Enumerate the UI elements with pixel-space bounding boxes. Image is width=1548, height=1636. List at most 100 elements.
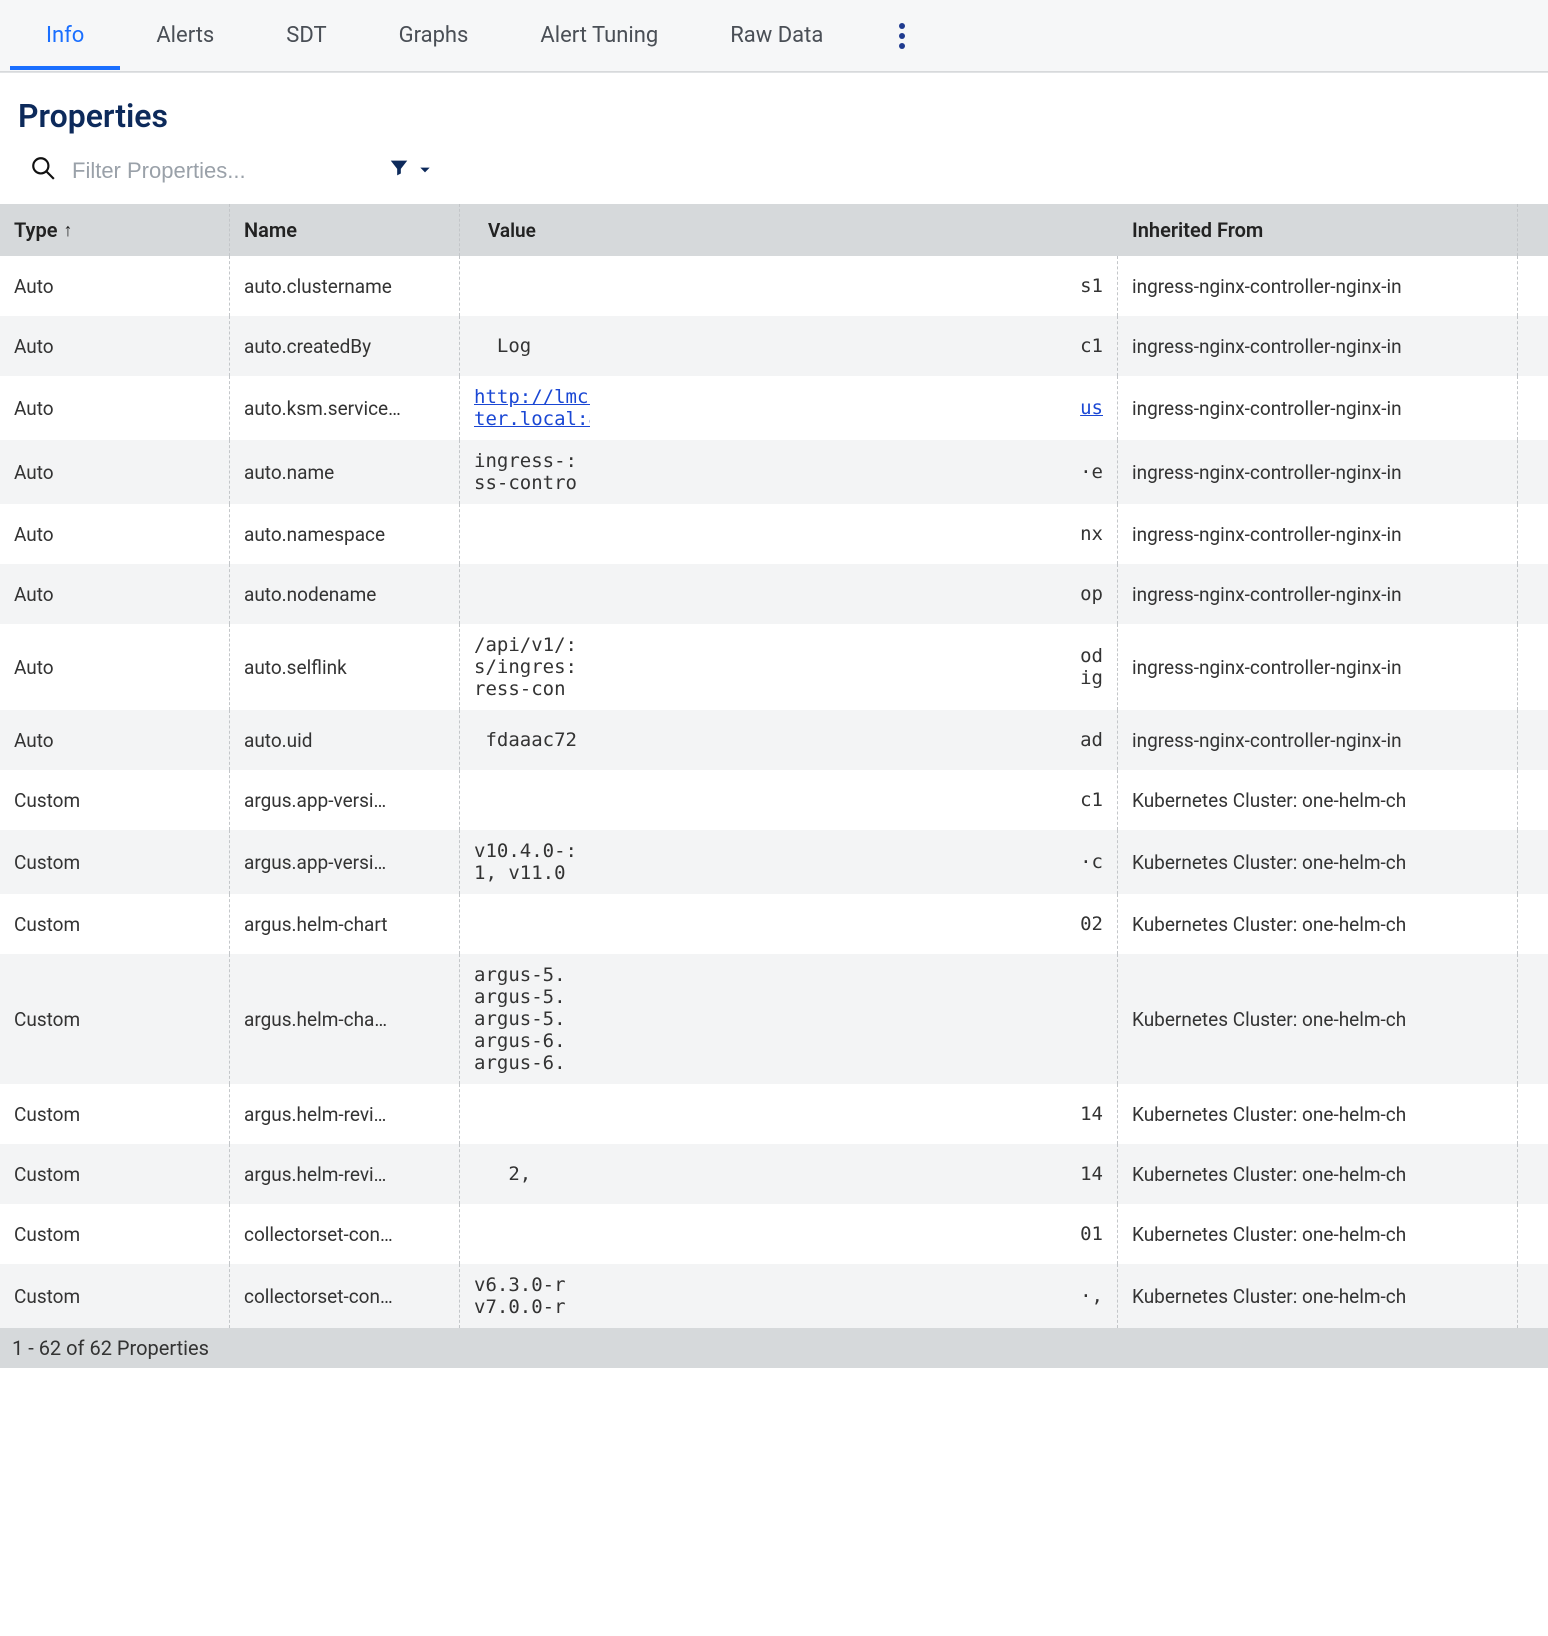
- cell-value-left: Log: [460, 316, 590, 376]
- tab-overflow-menu[interactable]: [887, 16, 917, 56]
- cell-value-right: ad: [590, 710, 1118, 770]
- cell-inherited: Kubernetes Cluster: one-helm-ch: [1118, 830, 1518, 894]
- cell-name: collectorset-con…: [230, 1204, 460, 1264]
- table-row[interactable]: Autoauto.uid fdaaac72adingress-nginx-con…: [0, 710, 1548, 770]
- tab-raw-data[interactable]: Raw Data: [694, 1, 859, 70]
- cell-value-right: c1: [590, 316, 1118, 376]
- cell-value-right: 01: [590, 1204, 1118, 1264]
- cell-value-right: s1: [590, 256, 1118, 316]
- table-row[interactable]: Autoauto.createdBy Logc1ingress-nginx-co…: [0, 316, 1548, 376]
- col-header-inherited[interactable]: Inherited From: [1118, 204, 1518, 256]
- value-link-right[interactable]: us: [1080, 397, 1103, 419]
- tab-bar: InfoAlertsSDTGraphsAlert TuningRaw Data: [0, 0, 1548, 72]
- value-link[interactable]: http://lmc- ter.local:80: [474, 386, 590, 430]
- cell-name: argus.app-versi…: [230, 770, 460, 830]
- cell-value-right: op: [590, 564, 1118, 624]
- cell-value-left: [460, 256, 590, 316]
- cell-value-left: [460, 1084, 590, 1144]
- filter-input[interactable]: [72, 158, 332, 184]
- cell-type: Custom: [0, 894, 230, 954]
- funnel-icon: [388, 157, 410, 184]
- cell-tail: [1518, 894, 1548, 954]
- properties-table: Type ↑ Name Value Inherited From Autoaut…: [0, 204, 1548, 1328]
- cell-inherited: Kubernetes Cluster: one-helm-ch: [1118, 1264, 1518, 1328]
- tab-info[interactable]: Info: [10, 1, 120, 70]
- cell-value-left: 2,: [460, 1144, 590, 1204]
- cell-type: Custom: [0, 1204, 230, 1264]
- cell-tail: [1518, 770, 1548, 830]
- col-header-value-label: Value: [474, 219, 536, 242]
- caret-down-icon: [418, 159, 432, 182]
- cell-type: Auto: [0, 504, 230, 564]
- table-row[interactable]: Customargus.app-versi…c1Kubernetes Clust…: [0, 770, 1548, 830]
- tab-alert-tuning[interactable]: Alert Tuning: [504, 1, 694, 70]
- table-footer: 1 - 62 of 62 Properties: [0, 1328, 1548, 1368]
- table-row[interactable]: Customargus.helm-revi… 2,14Kubernetes Cl…: [0, 1144, 1548, 1204]
- col-header-name[interactable]: Name: [230, 204, 460, 256]
- cell-tail: [1518, 1264, 1548, 1328]
- cell-tail: [1518, 624, 1548, 710]
- cell-value-left: /api/v1/: s/ingres: ress-con: [460, 624, 590, 710]
- properties-panel: Properties Type ↑ Name Value: [0, 72, 1548, 1368]
- cell-value-right: ·,: [590, 1264, 1118, 1328]
- cell-inherited: Kubernetes Cluster: one-helm-ch: [1118, 954, 1518, 1084]
- cell-tail: [1518, 316, 1548, 376]
- cell-inherited: ingress-nginx-controller-nginx-in: [1118, 710, 1518, 770]
- tab-alerts[interactable]: Alerts: [120, 1, 250, 70]
- cell-inherited: ingress-nginx-controller-nginx-in: [1118, 316, 1518, 376]
- table-row[interactable]: Customcollectorset-con…01Kubernetes Clus…: [0, 1204, 1548, 1264]
- col-header-value[interactable]: Value: [460, 204, 1118, 256]
- filter-dropdown[interactable]: [388, 157, 432, 184]
- cell-type: Auto: [0, 316, 230, 376]
- table-row[interactable]: Autoauto.selflink/api/v1/: s/ingres: res…: [0, 624, 1548, 710]
- col-header-name-label: Name: [244, 218, 297, 242]
- cell-type: Custom: [0, 954, 230, 1084]
- search-icon: [30, 155, 56, 186]
- sort-asc-icon: ↑: [63, 220, 72, 241]
- cell-name: auto.namespace: [230, 504, 460, 564]
- cell-inherited: ingress-nginx-controller-nginx-in: [1118, 504, 1518, 564]
- cell-inherited: ingress-nginx-controller-nginx-in: [1118, 256, 1518, 316]
- cell-tail: [1518, 376, 1548, 440]
- cell-type: Auto: [0, 376, 230, 440]
- cell-name: auto.selflink: [230, 624, 460, 710]
- cell-value-left: [460, 894, 590, 954]
- table-row[interactable]: Customargus.helm-chart02Kubernetes Clust…: [0, 894, 1548, 954]
- table-row[interactable]: Customargus.helm-revi…14Kubernetes Clust…: [0, 1084, 1548, 1144]
- cell-value-left: [460, 564, 590, 624]
- cell-name: collectorset-con…: [230, 1264, 460, 1328]
- cell-name: auto.createdBy: [230, 316, 460, 376]
- cell-value-left: ingress-: ss-contro: [460, 440, 590, 504]
- table-row[interactable]: Customcollectorset-con…v6.3.0-r v7.0.0-r…: [0, 1264, 1548, 1328]
- tab-graphs[interactable]: Graphs: [363, 1, 505, 70]
- cell-type: Auto: [0, 256, 230, 316]
- table-row[interactable]: Autoauto.clustername s1ingress-nginx-cont…: [0, 256, 1548, 316]
- cell-value-right: ·e: [590, 440, 1118, 504]
- table-row[interactable]: Autoauto.ksm.service…http://lmc- ter.loc…: [0, 376, 1548, 440]
- cell-name: argus.helm-chart: [230, 894, 460, 954]
- table-row[interactable]: Autoauto.nodenameopingress-nginx-control…: [0, 564, 1548, 624]
- table-row[interactable]: Autoauto.nameingress-: ss-contro·eingres…: [0, 440, 1548, 504]
- cell-tail: [1518, 256, 1548, 316]
- cell-value-left: [460, 504, 590, 564]
- cell-name: argus.app-versi…: [230, 830, 460, 894]
- col-header-type[interactable]: Type ↑: [0, 204, 230, 256]
- table-row[interactable]: Customargus.helm-cha…argus-5. argus-5. a…: [0, 954, 1548, 1084]
- cell-value-left: v6.3.0-r v7.0.0-r: [460, 1264, 590, 1328]
- cell-inherited: ingress-nginx-controller-nginx-in: [1118, 564, 1518, 624]
- cell-value-right: us: [590, 376, 1118, 440]
- filter-row: [0, 145, 1548, 204]
- panel-title: Properties: [0, 73, 1548, 145]
- cell-inherited: Kubernetes Cluster: one-helm-ch: [1118, 1084, 1518, 1144]
- cell-value-right: 14: [590, 1144, 1118, 1204]
- cell-value-right: nx: [590, 504, 1118, 564]
- table-row[interactable]: Autoauto.namespace nxingress-nginx-contro…: [0, 504, 1548, 564]
- cell-value-left: http://lmc- ter.local:80: [460, 376, 590, 440]
- cell-type: Custom: [0, 770, 230, 830]
- tab-sdt[interactable]: SDT: [250, 1, 362, 70]
- cell-name: auto.name: [230, 440, 460, 504]
- cell-name: auto.clustername: [230, 256, 460, 316]
- table-row[interactable]: Customargus.app-versi…v10.4.0-: 1, v11.0…: [0, 830, 1548, 894]
- cell-value-right: 02: [590, 894, 1118, 954]
- cell-type: Custom: [0, 1144, 230, 1204]
